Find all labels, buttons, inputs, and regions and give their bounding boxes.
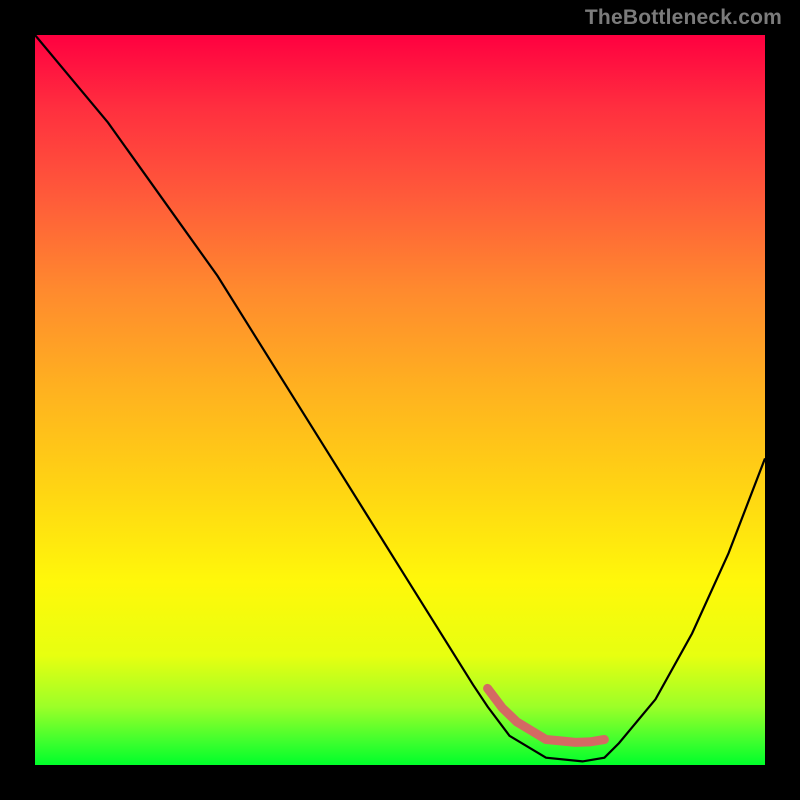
- plot-area: [35, 35, 765, 765]
- chart-svg: [35, 35, 765, 765]
- bottleneck-curve: [35, 35, 765, 761]
- watermark-text: TheBottleneck.com: [585, 6, 782, 30]
- optimal-marker: [488, 688, 605, 742]
- chart-frame: TheBottleneck.com: [0, 0, 800, 800]
